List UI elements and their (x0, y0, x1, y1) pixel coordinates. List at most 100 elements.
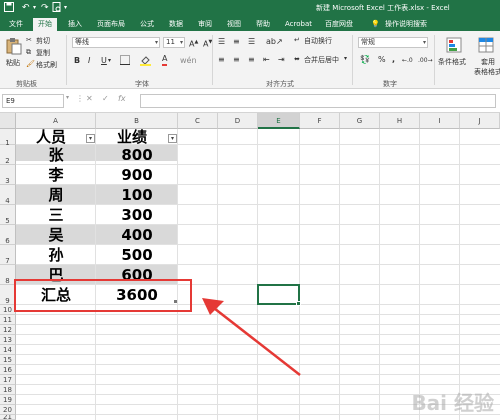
column-header-i[interactable]: I (420, 113, 460, 129)
column-header-g[interactable]: G (340, 113, 380, 129)
column-header-j[interactable]: J (460, 113, 500, 129)
tab-formulas[interactable]: 公式 (135, 18, 159, 31)
table-cell[interactable]: 800 (96, 145, 178, 165)
row-header[interactable]: 6 (0, 225, 16, 245)
column-header-e[interactable]: E (258, 113, 300, 129)
copy-icon[interactable]: ⧉ (26, 48, 31, 57)
conditional-format-icon[interactable] (446, 37, 462, 53)
row-header[interactable]: 19 (0, 395, 16, 405)
merge-icon[interactable]: ⬌ (294, 55, 300, 63)
row-header[interactable]: 14 (0, 345, 16, 355)
accounting-format-icon[interactable]: 💱 (360, 55, 370, 65)
tab-acrobat[interactable]: Acrobat (280, 18, 317, 31)
select-all-button[interactable] (0, 113, 16, 129)
row-header[interactable]: 12 (0, 325, 16, 335)
format-painter-icon[interactable]: 🖌 (26, 60, 35, 68)
font-size-select[interactable]: 11 ▾ (163, 37, 185, 48)
filter-dropdown-icon[interactable]: ▾ (168, 134, 177, 143)
merge-center-button[interactable]: 合并后居中 (304, 55, 339, 65)
table-cell[interactable]: 三 (16, 205, 96, 225)
fill-color-icon[interactable] (140, 55, 151, 69)
merge-dropdown-icon[interactable]: ▾ (344, 55, 347, 62)
row-header[interactable]: 7 (0, 245, 16, 265)
underline-dropdown-icon[interactable]: ▾ (108, 56, 111, 66)
cut-button[interactable]: 剪切 (36, 36, 50, 46)
number-format-select[interactable]: 常规 ▾ (358, 37, 428, 48)
table-cell[interactable]: 400 (96, 225, 178, 245)
column-header-b[interactable]: B (96, 113, 178, 129)
tab-file[interactable]: 文件 (4, 18, 28, 31)
row-header[interactable]: 4 (0, 185, 16, 205)
undo-icon[interactable]: ↶ (22, 2, 30, 14)
conditional-format-button[interactable]: 条件格式 (438, 57, 466, 67)
column-header-h[interactable]: H (380, 113, 420, 129)
customize-qat-icon[interactable]: ▾ (64, 2, 67, 14)
worksheet-grid[interactable]: A B C D E F G H I J 1 2 3 4 5 6 7 8 9 10… (0, 113, 500, 420)
format-painter-button[interactable]: 格式刷 (36, 60, 57, 70)
comma-button[interactable]: , (392, 55, 395, 65)
row-header[interactable]: 17 (0, 375, 16, 385)
table-cell[interactable]: 900 (96, 165, 178, 185)
format-as-table-icon[interactable] (478, 37, 494, 53)
row-header[interactable]: 18 (0, 385, 16, 395)
save-icon[interactable] (4, 2, 14, 16)
formula-input[interactable] (140, 94, 496, 108)
table-cell[interactable]: 300 (96, 205, 178, 225)
font-color-icon[interactable]: A (162, 54, 168, 66)
align-middle-icon[interactable]: ≡ (233, 37, 240, 47)
align-right-icon[interactable]: ≡ (248, 55, 255, 65)
header-cell-performance[interactable]: 业绩 (96, 128, 168, 146)
borders-icon[interactable] (120, 55, 130, 68)
redo-icon[interactable]: ↷ (41, 2, 49, 14)
tab-data[interactable]: 数据 (164, 18, 188, 31)
increase-indent-icon[interactable]: ⇥ (278, 55, 285, 65)
filter-dropdown-icon[interactable]: ▾ (86, 134, 95, 143)
tab-insert[interactable]: 插入 (63, 18, 87, 31)
table-cell[interactable]: 李 (16, 165, 96, 185)
tab-review[interactable]: 审阅 (193, 18, 217, 31)
align-left-icon[interactable]: ≡ (218, 55, 225, 65)
tab-view[interactable]: 视图 (222, 18, 246, 31)
bold-button[interactable]: B (74, 56, 80, 66)
paste-button[interactable]: 粘贴 (6, 58, 20, 68)
name-box-dropdown-icon[interactable]: ▾ (66, 94, 69, 101)
table-cell[interactable]: 100 (96, 185, 178, 205)
row-header[interactable]: 15 (0, 355, 16, 365)
paste-icon[interactable] (6, 37, 22, 55)
table-cell[interactable]: 500 (96, 245, 178, 265)
decrease-indent-icon[interactable]: ⇤ (263, 55, 270, 65)
cut-icon[interactable]: ✂ (26, 36, 32, 44)
orientation-icon[interactable]: ab↗ (266, 37, 283, 47)
wrap-text-icon[interactable]: ↵ (294, 36, 300, 44)
underline-button[interactable]: U (101, 56, 107, 66)
percent-button[interactable]: % (378, 55, 386, 65)
increase-font-icon[interactable]: A▲ (189, 37, 198, 50)
row-header[interactable]: 16 (0, 365, 16, 375)
decrease-font-icon[interactable]: A▼ (203, 37, 212, 50)
enter-icon[interactable]: ✓ (102, 94, 109, 103)
italic-button[interactable]: I (88, 56, 90, 66)
row-header[interactable]: 11 (0, 315, 16, 325)
header-cell-person[interactable]: 人员 (16, 128, 86, 146)
align-center-icon[interactable]: ≡ (233, 55, 240, 65)
row-header[interactable]: 1 (0, 129, 16, 147)
undo-dropdown-icon[interactable]: ▾ (33, 2, 36, 14)
tell-me-search[interactable]: 操作说明搜索 (380, 18, 432, 31)
cancel-icon[interactable]: ✕ (86, 94, 93, 103)
table-cell[interactable]: 吴 (16, 225, 96, 245)
tab-help[interactable]: 帮助 (251, 18, 275, 31)
row-header[interactable]: 2 (0, 145, 16, 165)
table-cell[interactable]: 周 (16, 185, 96, 205)
wrap-text-button[interactable]: 自动换行 (304, 36, 332, 46)
align-top-icon[interactable]: ☰ (218, 37, 225, 47)
format-as-table-button-line2[interactable]: 表格格式 (474, 67, 500, 77)
row-header[interactable]: 21 (0, 415, 16, 420)
phonetic-icon[interactable]: wén (180, 56, 197, 66)
column-header-f[interactable]: F (300, 113, 340, 129)
tab-page-layout[interactable]: 页面布局 (92, 18, 130, 31)
tab-home[interactable]: 开始 (33, 18, 57, 31)
insert-function-icon[interactable]: fx (118, 94, 126, 103)
print-preview-icon[interactable] (52, 2, 62, 17)
tab-baidu-netdisk[interactable]: 百度网盘 (320, 18, 358, 31)
row-header[interactable]: 5 (0, 205, 16, 225)
